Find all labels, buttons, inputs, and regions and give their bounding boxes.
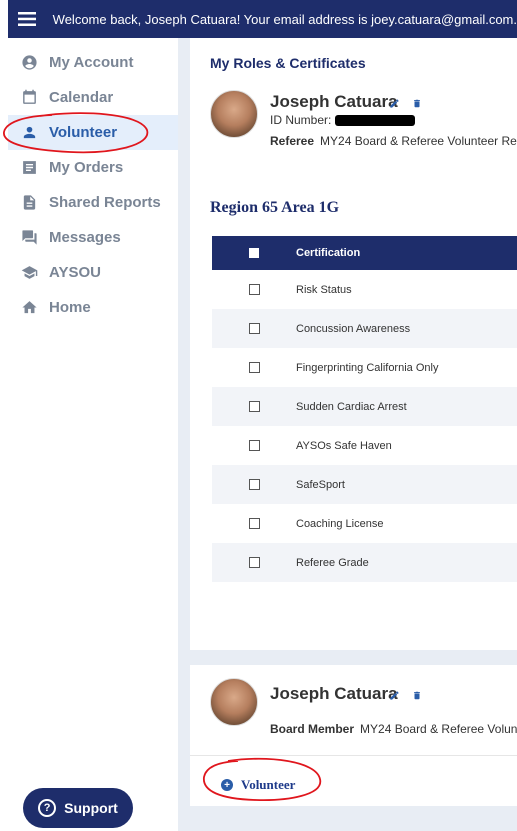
role-line: Board Member MY24 Board & Referee Volunt [270, 722, 517, 736]
person-name: Joseph Catuara [270, 92, 398, 111]
id-number: ID Number: [270, 113, 415, 127]
table-row: Sudden Cardiac Arrest [212, 387, 517, 426]
row-checkbox[interactable] [248, 401, 260, 412]
sidebar-item-my-account[interactable]: My Account [8, 45, 178, 80]
account-circle-icon [20, 54, 38, 72]
divider [190, 755, 517, 756]
certification-name: Concussion Awareness [296, 322, 411, 335]
role-type: Referee [270, 134, 315, 148]
table-row: Fingerprinting California Only [212, 348, 517, 387]
pencil-icon[interactable] [388, 689, 400, 701]
sidebar-item-volunteer[interactable]: Volunteer [8, 115, 178, 150]
select-all-checkbox[interactable] [249, 248, 259, 258]
redacted-id [334, 115, 415, 127]
row-checkbox[interactable] [248, 479, 260, 490]
sidebar-item-label: Shared Reports [49, 194, 161, 211]
row-checkbox[interactable] [248, 362, 260, 373]
row-checkbox[interactable] [248, 557, 260, 568]
add-volunteer-label: Volunteer [241, 777, 296, 792]
sidebar-item-messages[interactable]: Messages [8, 220, 178, 255]
top-bar: Welcome back, Joseph Catuara! Your email… [8, 0, 517, 38]
table-row: Risk Status [212, 270, 517, 309]
certification-name: Referee Grade [296, 556, 369, 569]
sidebar-item-my-orders[interactable]: My Orders [8, 150, 178, 185]
certification-name: Sudden Cardiac Arrest [296, 400, 407, 413]
certification-table: Certification Risk Status Concussion Awa… [212, 236, 517, 582]
hamburger-menu-icon[interactable] [8, 0, 47, 38]
sidebar-item-label: My Orders [49, 159, 124, 176]
person-icon [20, 124, 38, 142]
sidebar-item-aysou[interactable]: AYSOU [8, 255, 178, 290]
support-button[interactable]: ? Support [23, 788, 133, 828]
avatar [210, 678, 258, 726]
sidebar-item-label: My Account [49, 54, 134, 71]
person-name: Joseph Catuara [270, 684, 398, 703]
document-icon [20, 194, 38, 212]
row-checkbox[interactable] [248, 518, 260, 529]
roles-certificates-card: My Roles & Certificates Joseph Catuara I… [190, 38, 517, 650]
section-title: My Roles & Certificates [210, 55, 366, 71]
table-row: SafeSport [212, 465, 517, 504]
sidebar-item-shared-reports[interactable]: Shared Reports [8, 185, 178, 220]
help-circle-icon: ? [38, 799, 57, 817]
avatar [210, 90, 258, 138]
role-description: MY24 Board & Referee Volunt [360, 722, 517, 736]
board-member-card: Joseph Catuara Board Member MY24 Board & … [190, 665, 517, 806]
sidebar-item-calendar[interactable]: Calendar [8, 80, 178, 115]
sidebar-nav: My Account Calendar Volunteer My Orders … [8, 38, 178, 831]
certification-name: Risk Status [296, 283, 352, 296]
row-checkbox[interactable] [248, 323, 260, 334]
table-row: Coaching License [212, 504, 517, 543]
sidebar-item-label: Volunteer [49, 124, 118, 141]
calendar-icon [20, 89, 38, 107]
chat-icon [20, 229, 38, 247]
table-row: AYSOs Safe Haven [212, 426, 517, 465]
support-label: Support [64, 800, 118, 816]
role-description: MY24 Board & Referee Volunteer Re [320, 134, 517, 148]
sidebar-item-home[interactable]: Home [8, 290, 178, 325]
certification-name: Fingerprinting California Only [296, 361, 439, 374]
main-content: My Roles & Certificates Joseph Catuara I… [178, 38, 517, 831]
home-icon [20, 299, 38, 317]
graduation-cap-icon [20, 264, 38, 282]
add-circle-icon: + [221, 779, 233, 791]
sidebar-item-label: Messages [49, 229, 121, 246]
region-title: Region 65 Area 1G [210, 199, 340, 216]
table-row: Concussion Awareness [212, 309, 517, 348]
sidebar-item-label: Calendar [49, 89, 114, 106]
certification-name: Coaching License [296, 517, 384, 530]
pencil-icon[interactable] [388, 97, 400, 109]
table-header: Certification [212, 236, 517, 270]
role-type: Board Member [270, 722, 355, 736]
certification-name: AYSOs Safe Haven [296, 439, 392, 452]
certification-header: Certification [296, 247, 361, 259]
orders-list-icon [20, 159, 38, 177]
role-line: Referee MY24 Board & Referee Volunteer Re [270, 134, 517, 148]
sidebar-item-label: AYSOU [49, 264, 101, 281]
sidebar-item-label: Home [49, 299, 91, 316]
add-volunteer-button[interactable]: + Volunteer [221, 777, 295, 793]
welcome-message: Welcome back, Joseph Catuara! Your email… [52, 11, 517, 27]
trash-icon[interactable] [411, 689, 423, 701]
trash-icon[interactable] [411, 97, 423, 109]
id-number-label: ID Number: [270, 113, 332, 127]
row-checkbox[interactable] [248, 440, 260, 451]
row-checkbox[interactable] [248, 284, 260, 295]
certification-name: SafeSport [296, 478, 345, 491]
table-row: Referee Grade [212, 543, 517, 582]
